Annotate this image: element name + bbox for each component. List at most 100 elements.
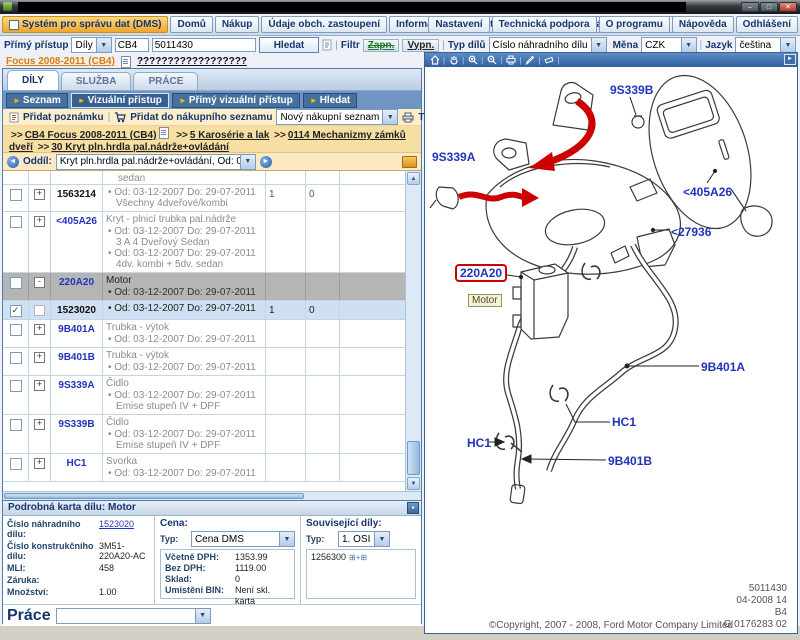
menu-tab-odhlaseni[interactable]: Odhlášení [736,16,798,33]
part-number-link[interactable]: 9B401B [58,352,95,363]
document-icon[interactable] [322,39,332,51]
row-checkbox[interactable] [10,324,22,336]
diagram-label-9s339a[interactable]: 9S339A [432,150,475,164]
expand-toggle[interactable]: + [34,189,45,200]
expand-toggle[interactable]: + [34,324,45,335]
row-checkbox[interactable] [10,458,22,470]
expand-toggle[interactable]: + [34,216,45,227]
eraser-icon[interactable] [542,55,555,66]
price-type-select[interactable]: Cena DMS▼ [191,531,295,547]
breadcrumb-link-5-karoserie-a-lak[interactable]: 5 Karosérie a lak [190,130,270,141]
diagram-label-220a20[interactable]: 220A20 [455,264,507,282]
pan-hand-icon[interactable] [447,55,460,66]
hscrollbar-thumb[interactable] [4,493,304,499]
menu-tab-system-pro-spravu-dat-dms[interactable]: Systém pro správu dat (DMS) [2,16,168,33]
collapse-panel-button[interactable]: ▪ [407,502,419,514]
expand-toggle[interactable]: + [34,458,45,469]
row-checkbox[interactable] [10,277,22,289]
close-button[interactable]: ✕ [779,2,797,12]
tab-sluzba[interactable]: SLUŽBA [61,72,132,90]
next-section-button[interactable]: ► [260,156,272,168]
diagram-label-405a26[interactable]: <405A26 [683,185,732,199]
currency-select[interactable]: CZK▼ [641,37,696,53]
menu-tab-o-programu[interactable]: O programu [599,16,670,33]
vehicle-link[interactable]: Focus 2008-2011 (CB4) [6,56,115,67]
zoom-out-icon[interactable] [485,55,498,66]
add-note-button[interactable]: Přidat poznámku [23,112,104,123]
part-number-link[interactable]: 9S339A [58,380,94,391]
language-select[interactable]: čeština▼ [735,37,796,53]
menu-tab-napoveda[interactable]: Nápověda [672,16,734,33]
checkbox-cell [3,320,29,347]
expand-toggle[interactable]: + [34,380,45,391]
section-select[interactable]: Kryt pln.hrdla pal.nádrže+ovládání, Od: … [56,154,256,170]
related-type-select[interactable]: 1. OSI▼ [338,531,390,547]
breadcrumb-link-cb4-focus-2008-2011-cb4[interactable]: CB4 Focus 2008-2011 (CB4) [25,130,157,141]
view-button-hledat[interactable]: ►Hledat [303,93,357,108]
diagram-label-27936[interactable]: <27936 [671,225,711,239]
part-number-link[interactable]: HC1 [66,458,86,469]
diagram-label-9s339b[interactable]: 9S339B [610,83,653,97]
expand-toggle[interactable]: - [34,277,45,288]
scrollbar-thumb[interactable] [407,441,420,475]
scroll-up-arrow[interactable]: ▲ [407,172,420,185]
diagram-label-hc1[interactable]: HC1 [467,436,491,450]
home-icon[interactable] [428,55,441,66]
expand-toggle[interactable]: + [34,352,45,363]
pen-icon[interactable] [523,55,536,66]
search-button[interactable]: Hledat [259,37,320,53]
work-select[interactable]: ▼ [56,608,211,624]
menu-tab-nastaveni[interactable]: Nastavení [428,16,489,33]
part-number-link[interactable]: 9S339B [58,419,94,430]
tab-dily[interactable]: DÍLY [7,70,59,90]
detail-part-number-link[interactable]: 1523020 [99,519,150,539]
filter-on-button[interactable]: Zapn. [363,39,400,52]
menu-tab-domu[interactable]: Domů [170,16,212,33]
menu-tab-technicka-podpora[interactable]: Technická podpora [492,16,597,33]
zoom-in-icon[interactable] [466,55,479,66]
row-checkbox[interactable] [10,419,22,431]
catalog-folder-icon[interactable] [402,156,417,168]
extra-cell [340,212,405,272]
part-number-input[interactable] [152,38,256,52]
category-select[interactable]: Díly▼ [71,37,111,53]
vertical-scrollbar[interactable]: ▲ ▼ [405,171,421,491]
tab-prace[interactable]: PRÁCE [133,72,198,90]
vehicle-doc-icon[interactable] [121,56,131,68]
masked-link[interactable]: ?????????????????? [137,56,247,67]
row-checkbox[interactable]: ✓ [10,305,22,317]
menu-tab-udaje-obch-zastoupeni[interactable]: Údaje obch. zastoupení [261,16,387,33]
related-part-item[interactable]: 1256300⊞+⊞ [311,552,411,562]
related-parts-list[interactable]: 1256300⊞+⊞ [306,549,416,599]
diagram-label-9b401a[interactable]: 9B401A [701,360,745,374]
catalog-code-input[interactable] [115,38,149,52]
row-checkbox[interactable] [10,380,22,392]
menu-tab-nakup[interactable]: Nákup [215,16,260,33]
panel-expand-button[interactable]: ► [784,54,796,65]
part-number-link[interactable]: <405A26 [56,216,97,227]
diagram-label-hc1[interactable]: HC1 [612,415,636,429]
row-checkbox[interactable] [10,216,22,228]
row-checkbox[interactable] [10,352,22,364]
expand-toggle[interactable]: + [34,419,45,430]
print-diagram-icon[interactable] [504,55,517,66]
horizontal-scrollbar[interactable] [3,491,421,500]
maximize-button[interactable]: □ [760,2,778,12]
scroll-down-arrow[interactable]: ▼ [407,477,420,490]
minimize-button[interactable]: – [741,2,759,12]
diagram-label-9b401b[interactable]: 9B401B [608,454,652,468]
part-number-link[interactable]: 9B401A [58,324,95,335]
diagram-canvas[interactable]: 9S339B 9S339A <405A26 <27936 220A20 9B401A HC1… [425,67,797,633]
breadcrumb-link-30-kryt-pln-hrdla-pal-nadrze-ovladani[interactable]: 30 Kryt pln.hrdla pal.nádrže+ovládání [51,142,229,153]
price-row-value: 0 [235,574,290,585]
view-button-primy-vizualni-pristup[interactable]: ►Přímý vizuální přístup [172,93,300,108]
filter-off-button[interactable]: Vypn. [402,39,439,52]
previous-section-button[interactable]: ◄ [7,156,19,168]
part-number-link[interactable]: 220A20 [59,277,94,288]
part-type-select[interactable]: Číslo náhradního dílu▼ [489,37,607,53]
add-to-shopping-list-button[interactable]: Přidat do nákupního seznamu [130,112,272,123]
row-checkbox[interactable] [10,189,22,201]
shopping-list-select[interactable]: Nový nákupní seznam▼ [276,109,398,125]
view-button-vizualni-pristup[interactable]: ►Vizuální přístup [71,93,169,108]
view-button-seznam[interactable]: ►Seznam [6,93,68,108]
